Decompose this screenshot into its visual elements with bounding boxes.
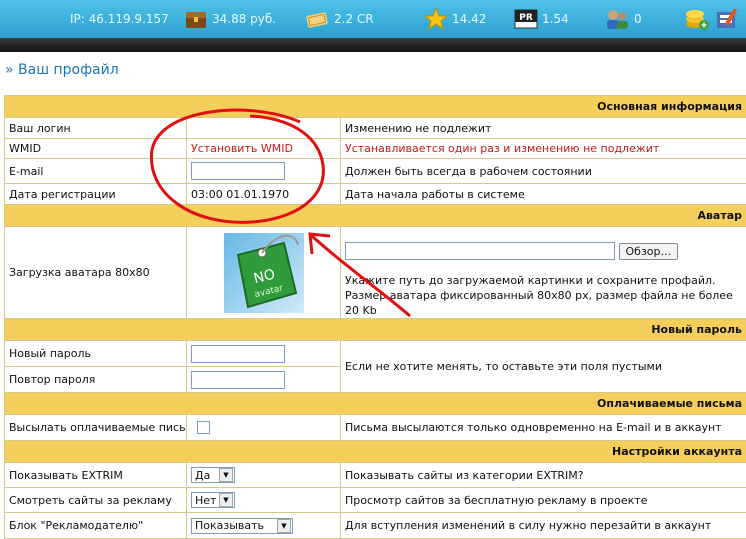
credits-stat[interactable]: 2.2 CR bbox=[304, 0, 374, 38]
adview-selected: Нет bbox=[195, 494, 216, 507]
pr-badge-text: PR bbox=[519, 13, 533, 23]
ip-text: IP: 46.119.9.157 bbox=[70, 12, 169, 26]
regdate-description: Дата начала работы в системе bbox=[341, 184, 746, 205]
balance-stat[interactable]: 34.88 руб. bbox=[184, 0, 276, 38]
top-dark-band bbox=[0, 38, 746, 52]
row-wmid: WMID Установить WMID Устанавливается оди… bbox=[5, 139, 746, 159]
users-icon bbox=[604, 7, 630, 31]
adview-label: Смотреть сайты за рекламу bbox=[5, 488, 187, 513]
row-login: Ваш логин Изменению не подлежит bbox=[5, 118, 746, 139]
row-advblock: Блок "Рекламодателю" Показывать ▼ Для вст… bbox=[5, 513, 746, 539]
repeat-password-field[interactable] bbox=[191, 371, 285, 389]
advblock-selected: Показывать bbox=[195, 519, 264, 532]
settings-button[interactable] bbox=[714, 0, 740, 38]
section-paid-mail: Оплачиваемые письма bbox=[5, 393, 746, 415]
row-email: E-mail Должен быть всегда в рабочем сост… bbox=[5, 159, 746, 184]
advblock-label: Блок "Рекламодателю" bbox=[5, 513, 187, 539]
set-wmid-link[interactable]: Установить WMID bbox=[187, 139, 341, 159]
advblock-description: Для вступления изменений в силу нужно пе… bbox=[341, 513, 746, 539]
login-description: Изменению не подлежит bbox=[341, 118, 746, 139]
login-value bbox=[187, 118, 341, 139]
avatar-description: Укажите путь до загружаемой картинки и с… bbox=[345, 273, 742, 318]
extrim-description: Показывать сайты из категории EXTRIM? bbox=[341, 463, 746, 488]
wmid-description: Устанавливается один раз и изменению не … bbox=[341, 139, 746, 159]
paid-mail-label: Высылать оплачиваемые письма bbox=[5, 415, 187, 441]
star-icon bbox=[424, 7, 448, 31]
section-password-header: Новый пароль bbox=[5, 319, 746, 341]
new-password-field[interactable] bbox=[191, 345, 285, 363]
wmid-label: WMID bbox=[5, 139, 187, 159]
email-label: E-mail bbox=[5, 159, 187, 184]
browse-button[interactable]: Обзор... bbox=[619, 243, 679, 260]
ip-address: IP: 46.119.9.157 bbox=[70, 0, 169, 38]
login-label: Ваш логин bbox=[5, 118, 187, 139]
chevron-down-icon: ▼ bbox=[219, 493, 233, 507]
section-password: Новый пароль bbox=[5, 319, 746, 341]
regdate-value: 03:00 01.01.1970 bbox=[187, 184, 341, 205]
no-avatar-tag-icon: NO avatar bbox=[224, 233, 304, 313]
avatar-label: Загрузка аватара 80x80 bbox=[5, 227, 187, 319]
pr-text: 1.54 bbox=[542, 12, 569, 26]
regdate-label: Дата регистрации bbox=[5, 184, 187, 205]
row-extrim: Показывать EXTRIM Да ▼ Показывать сайты и… bbox=[5, 463, 746, 488]
treasure-chest-icon bbox=[184, 8, 208, 30]
password-description: Если не хотите менять, то оставьте эти п… bbox=[341, 341, 746, 393]
rating-stat[interactable]: 14.42 bbox=[424, 0, 486, 38]
paid-mail-checkbox[interactable] bbox=[197, 421, 210, 434]
adview-description: Просмотр сайтов за бесплатную рекламу в … bbox=[341, 488, 746, 513]
referrals-stat[interactable]: 0 bbox=[604, 0, 642, 38]
paid-mail-description: Письма высылаются только одновременно на… bbox=[341, 415, 746, 441]
referrals-text: 0 bbox=[634, 12, 642, 26]
section-basic: Основная информация bbox=[5, 96, 746, 118]
chevron-down-icon: ▼ bbox=[219, 468, 233, 482]
section-account: Настройки аккаунта bbox=[5, 441, 746, 463]
avatar-file-input[interactable] bbox=[345, 242, 615, 260]
page-title: » Ваш профайл bbox=[5, 62, 119, 78]
row-paid-mail: Высылать оплачиваемые письма Письма высы… bbox=[5, 415, 746, 441]
row-avatar: Загрузка аватара 80x80 NO avatar Обзор..… bbox=[5, 227, 746, 319]
repeat-password-label: Повтор пароля bbox=[5, 367, 187, 393]
balance-text: 34.88 руб. bbox=[212, 12, 276, 26]
credits-text: 2.2 CR bbox=[334, 12, 374, 26]
chevron-down-icon: ▼ bbox=[277, 519, 291, 533]
extrim-selected: Да bbox=[195, 469, 210, 482]
adview-select[interactable]: Нет▼ bbox=[191, 492, 235, 508]
tickets-icon bbox=[304, 9, 330, 29]
tools-icon bbox=[714, 6, 740, 32]
section-account-header: Настройки аккаунта bbox=[5, 441, 746, 463]
section-avatar-header: Аватар bbox=[5, 205, 746, 227]
row-adview: Смотреть сайты за рекламу Нет▼ Просмотр … bbox=[5, 488, 746, 513]
email-field[interactable] bbox=[191, 162, 285, 180]
avatar-image: NO avatar bbox=[224, 233, 304, 313]
new-password-label: Новый пароль bbox=[5, 341, 187, 367]
top-stats-bar: IP: 46.119.9.157 34.88 руб. 2.2 CR 14.42… bbox=[0, 0, 746, 38]
pr-stat[interactable]: PR 1.54 bbox=[514, 0, 569, 38]
section-paid-mail-header: Оплачиваемые письма bbox=[5, 393, 746, 415]
add-funds-button[interactable] bbox=[684, 0, 710, 38]
coins-add-icon bbox=[684, 6, 710, 32]
section-avatar: Аватар bbox=[5, 205, 746, 227]
rating-text: 14.42 bbox=[452, 12, 486, 26]
row-regdate: Дата регистрации 03:00 01.01.1970 Дата н… bbox=[5, 184, 746, 205]
advblock-select[interactable]: Показывать ▼ bbox=[191, 518, 293, 534]
pagerank-icon: PR bbox=[514, 8, 538, 30]
email-description: Должен быть всегда в рабочем состоянии bbox=[341, 159, 746, 184]
row-newpass: Новый пароль Если не хотите менять, то о… bbox=[5, 341, 746, 367]
extrim-select[interactable]: Да ▼ bbox=[191, 467, 235, 483]
extrim-label: Показывать EXTRIM bbox=[5, 463, 187, 488]
section-basic-header: Основная информация bbox=[5, 96, 746, 118]
profile-table: Основная информация Ваш логин Изменению … bbox=[4, 95, 746, 539]
